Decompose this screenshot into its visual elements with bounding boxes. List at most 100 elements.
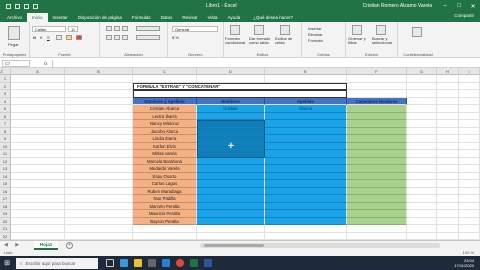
grid-cell[interactable]	[65, 127, 133, 135]
grid-cell[interactable]	[407, 225, 437, 233]
column-header[interactable]: D	[197, 68, 265, 75]
grid-cell[interactable]	[407, 105, 437, 113]
grid-cell[interactable]	[65, 157, 133, 165]
tab-disposicion[interactable]: Disposición de página	[73, 13, 127, 22]
char-count-cell[interactable]	[347, 202, 407, 210]
row-header[interactable]: 7	[0, 120, 11, 128]
full-name-cell[interactable]: Lectra Ibarra	[133, 112, 197, 120]
close-icon[interactable]: ✕	[466, 3, 480, 10]
row-header[interactable]: 4	[0, 97, 11, 105]
horizontal-scrollbar[interactable]	[200, 243, 440, 248]
first-name-cell[interactable]	[197, 120, 265, 128]
grid-cell[interactable]	[459, 82, 480, 90]
grid-cell[interactable]	[11, 187, 65, 195]
find-select-icon[interactable]	[376, 25, 386, 35]
char-count-cell[interactable]	[347, 217, 407, 225]
column-title-cell[interactable]: Nombres y Apellido	[133, 97, 197, 105]
grid-cell[interactable]	[459, 172, 480, 180]
full-name-cell[interactable]: Karlen Elvis	[133, 142, 197, 150]
grid-cell[interactable]	[459, 210, 480, 218]
grid-cell[interactable]	[11, 225, 65, 233]
full-name-cell[interactable]: Mauricio Peralta	[133, 210, 197, 218]
grid-cell[interactable]	[11, 97, 65, 105]
grid-cell[interactable]	[407, 82, 437, 90]
grid-cell[interactable]	[197, 75, 265, 83]
row-header[interactable]: 8	[0, 127, 11, 135]
column-title-cell[interactable]: Nombres	[197, 97, 265, 105]
tab-inicio[interactable]: Inicio	[27, 13, 48, 22]
grid-cell[interactable]	[407, 210, 437, 218]
grid-cell[interactable]	[11, 165, 65, 173]
grid-cell[interactable]	[65, 142, 133, 150]
last-name-cell[interactable]	[265, 217, 347, 225]
column-title-cell[interactable]: Apellido	[265, 97, 347, 105]
number-format-select[interactable]: General	[172, 26, 218, 32]
align-right-icon[interactable]	[122, 35, 128, 40]
worksheet-grid[interactable]: A B C D E F G H I J 1 2 3 4 5 6 7 8 9 10 11 12 13 14 15 16 17 18 19 2…	[0, 68, 480, 240]
grid-cell[interactable]	[437, 217, 459, 225]
column-header[interactable]: A	[11, 68, 65, 75]
grid-cell[interactable]	[11, 90, 65, 98]
grid-cell[interactable]	[11, 232, 65, 240]
save-icon[interactable]	[6, 3, 11, 9]
grid-cell[interactable]	[407, 127, 437, 135]
grid-cell[interactable]	[459, 225, 480, 233]
char-count-cell[interactable]	[347, 180, 407, 188]
grid-cell[interactable]	[407, 187, 437, 195]
grid-cell[interactable]	[437, 232, 459, 240]
grid-cell[interactable]	[437, 97, 459, 105]
full-name-cell[interactable]: Bayron Peralta	[133, 217, 197, 225]
column-header[interactable]: B	[65, 68, 133, 75]
excel-icon[interactable]	[190, 259, 198, 267]
row-header[interactable]: 11	[0, 150, 11, 158]
row-header[interactable]: 10	[0, 142, 11, 150]
redo-icon[interactable]	[24, 3, 29, 9]
grid-cell[interactable]	[11, 157, 65, 165]
grid-cell[interactable]	[407, 232, 437, 240]
full-name-cell[interactable]: Mirlas varela	[133, 150, 197, 158]
customize-icon[interactable]	[33, 3, 38, 9]
add-sheet-button[interactable]: +	[66, 242, 73, 249]
grid-cell[interactable]	[11, 172, 65, 180]
sort-filter-icon[interactable]	[352, 25, 362, 35]
cell-styles-label[interactable]: Estilos de celda	[275, 37, 297, 45]
sort-filter-label[interactable]: Ordenar y filtrar	[348, 37, 370, 45]
first-name-cell[interactable]	[197, 210, 265, 218]
currency-icon[interactable]: $ %	[172, 35, 179, 40]
file-explorer-icon[interactable]	[134, 259, 142, 267]
row-header[interactable]: 21	[0, 225, 11, 233]
grid-cell[interactable]	[459, 150, 480, 158]
grid-cell[interactable]	[265, 75, 347, 83]
first-name-cell[interactable]	[197, 180, 265, 188]
char-count-cell[interactable]	[347, 172, 407, 180]
grid-cell[interactable]	[437, 82, 459, 90]
full-name-cell[interactable]: Marcelo Peralta	[133, 202, 197, 210]
first-name-cell[interactable]	[197, 187, 265, 195]
bold-icon[interactable]: N	[33, 35, 36, 40]
grid-cell[interactable]	[65, 165, 133, 173]
grid-cell[interactable]	[437, 187, 459, 195]
grid-cell[interactable]	[459, 112, 480, 120]
conditional-format-icon[interactable]	[230, 25, 240, 35]
grid-cell[interactable]	[11, 127, 65, 135]
grid-cell[interactable]	[437, 165, 459, 173]
formula-input[interactable]	[51, 59, 480, 67]
grid-cell[interactable]	[437, 120, 459, 128]
grid-cell[interactable]	[11, 135, 65, 143]
row-header[interactable]: 19	[0, 210, 11, 218]
function-icon[interactable]: fx	[44, 61, 48, 66]
first-name-cell[interactable]	[197, 150, 265, 158]
first-name-cell[interactable]	[197, 112, 265, 120]
last-name-cell[interactable]	[265, 135, 347, 143]
first-name-cell[interactable]	[197, 195, 265, 203]
row-header[interactable]: 12	[0, 157, 11, 165]
mail-icon[interactable]	[162, 259, 170, 267]
grid-cell[interactable]	[459, 217, 480, 225]
taskbar-search[interactable]: ⌕ Escribir aquí para buscar	[16, 257, 98, 269]
chrome-icon[interactable]	[176, 259, 184, 267]
scrollbar-thumb[interactable]	[204, 244, 264, 247]
grid-cell[interactable]	[133, 225, 197, 233]
tab-vista[interactable]: Vista	[203, 13, 223, 22]
full-name-cell[interactable]: Medardo Varela	[133, 165, 197, 173]
tab-datos[interactable]: Datos	[156, 13, 178, 22]
